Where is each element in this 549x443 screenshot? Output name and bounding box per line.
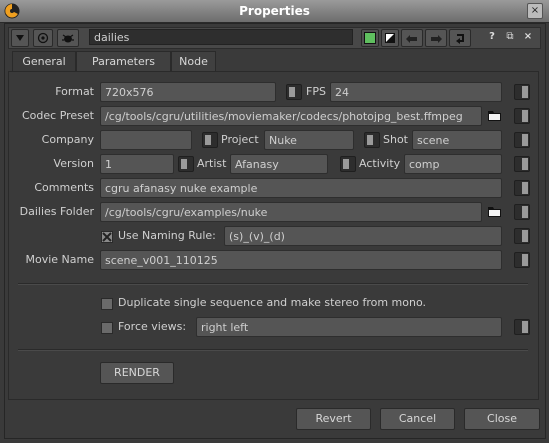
format-field[interactable]: 720x576 xyxy=(100,82,276,102)
movie-name-animation-button[interactable] xyxy=(514,252,530,268)
force-views-field[interactable]: right left xyxy=(196,317,502,337)
divider xyxy=(18,349,528,351)
activity-toggle[interactable] xyxy=(340,156,356,172)
force-views-checkbox[interactable] xyxy=(101,322,113,334)
render-button[interactable]: RENDER xyxy=(100,362,174,384)
project-label: Project xyxy=(221,133,259,146)
naming-rule-field[interactable]: (s)_(v)_(d) xyxy=(224,226,502,246)
project-field[interactable]: Nuke xyxy=(264,130,354,150)
company-field[interactable] xyxy=(100,130,192,150)
company-label: Company xyxy=(41,133,94,146)
company-animation-button[interactable] xyxy=(514,132,530,148)
duplicate-stereo-label: Duplicate single sequence and make stere… xyxy=(118,296,426,309)
force-views-label: Force views: xyxy=(118,320,187,333)
undo-icon[interactable] xyxy=(401,29,423,47)
format-label: Format xyxy=(55,85,94,98)
green-color-swatch[interactable] xyxy=(361,29,379,47)
dailies-folder-icon[interactable] xyxy=(488,206,502,218)
project-toggle[interactable] xyxy=(202,132,218,148)
codec-animation-button[interactable] xyxy=(514,108,530,124)
node-toolbar: dailies ? ⧉ × xyxy=(8,27,541,49)
divider xyxy=(18,283,528,285)
shot-toggle[interactable] xyxy=(364,132,380,148)
codec-preset-field[interactable]: /cg/tools/cgru/utilities/moviemaker/code… xyxy=(100,106,482,126)
node-color-swatch[interactable] xyxy=(381,29,399,47)
activity-label: Activity xyxy=(359,157,401,170)
float-panel-icon[interactable]: ⧉ xyxy=(503,29,517,45)
node-center-icon[interactable] xyxy=(33,29,53,47)
fps-toggle[interactable] xyxy=(286,84,302,100)
revert-knobs-icon[interactable] xyxy=(449,29,471,47)
artist-field[interactable]: Afanasy xyxy=(230,154,328,174)
close-panel-icon[interactable]: × xyxy=(521,29,535,45)
cancel-button[interactable]: Cancel xyxy=(380,408,455,430)
tab-parameters[interactable]: Parameters xyxy=(76,51,171,71)
activity-field[interactable]: comp xyxy=(404,154,502,174)
dailies-folder-field[interactable]: /cg/tools/cgru/examples/nuke xyxy=(100,202,482,222)
comments-animation-button[interactable] xyxy=(514,180,530,196)
dailies-folder-label: Dailies Folder xyxy=(19,205,94,218)
tab-general[interactable]: General xyxy=(12,51,76,72)
codec-folder-icon[interactable] xyxy=(488,110,502,122)
collapse-triangle-icon[interactable] xyxy=(11,29,29,47)
fps-label: FPS xyxy=(306,85,326,98)
window-titlebar: Properties × xyxy=(0,0,549,23)
duplicate-stereo-checkbox[interactable] xyxy=(101,298,113,310)
naming-rule-checkbox[interactable] xyxy=(101,231,113,243)
shot-field[interactable]: scene xyxy=(412,130,502,150)
comments-field[interactable]: cgru afanasy nuke example xyxy=(100,178,502,198)
node-name-input[interactable]: dailies xyxy=(89,29,353,45)
movie-name-label: Movie Name xyxy=(25,253,94,266)
window-close-icon[interactable]: × xyxy=(527,3,543,19)
comments-label: Comments xyxy=(34,181,94,194)
help-icon[interactable]: ? xyxy=(485,29,499,45)
force-views-animation-button[interactable] xyxy=(514,319,530,335)
shot-label: Shot xyxy=(383,133,408,146)
bug-icon[interactable] xyxy=(57,29,79,47)
redo-icon[interactable] xyxy=(425,29,447,47)
format-animation-button[interactable] xyxy=(514,84,530,100)
naming-rule-animation-button[interactable] xyxy=(514,228,530,244)
artist-toggle[interactable] xyxy=(178,156,194,172)
naming-rule-label: Use Naming Rule: xyxy=(118,229,216,242)
codec-preset-label: Codec Preset xyxy=(21,109,94,122)
revert-button[interactable]: Revert xyxy=(296,408,371,430)
version-label: Version xyxy=(53,157,94,170)
close-button[interactable]: Close xyxy=(464,408,540,430)
dailies-folder-animation-button[interactable] xyxy=(514,204,530,220)
version-animation-button[interactable] xyxy=(514,156,530,172)
artist-label: Artist xyxy=(197,157,227,170)
window-title: Properties xyxy=(239,4,310,18)
tab-node[interactable]: Node xyxy=(171,51,216,71)
version-field[interactable]: 1 xyxy=(100,154,174,174)
fps-field[interactable]: 24 xyxy=(330,82,502,102)
movie-name-field[interactable]: scene_v001_110125 xyxy=(100,250,502,270)
